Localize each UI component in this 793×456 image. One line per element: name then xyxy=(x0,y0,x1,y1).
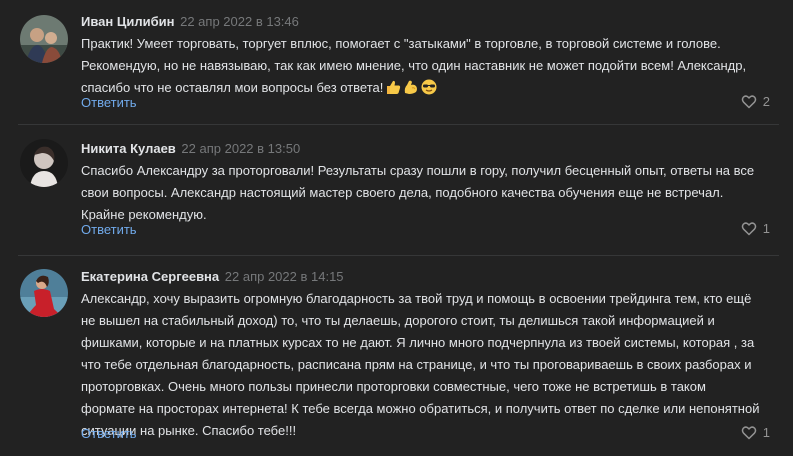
comment-date[interactable]: 22 апр 2022 в 14:15 xyxy=(225,269,344,284)
like-count: 2 xyxy=(762,94,770,109)
comment: Екатерина Сергеевна 22 апр 2022 в 14:15 … xyxy=(0,256,793,456)
comment-text-line: не вышел на стабильный доход) то, что ты… xyxy=(81,313,715,328)
comment: Иван Цилибин 22 апр 2022 в 13:46 Практик… xyxy=(0,0,793,124)
author-name[interactable]: Никита Кулаев xyxy=(81,141,176,156)
comment-text-line: Александр, хочу выразить огромную благод… xyxy=(81,291,752,306)
reply-button[interactable]: Ответить xyxy=(81,222,137,237)
author-name[interactable]: Иван Цилибин xyxy=(81,14,174,29)
comment: Никита Кулаев 22 апр 2022 в 13:50 Спасиб… xyxy=(0,125,793,255)
reply-button[interactable]: Ответить xyxy=(81,426,137,441)
comment-text: Спасибо Александру за проторговали! Резу… xyxy=(81,160,781,226)
comment-text-line: Практик! Умеет торговать, торгует вплюс,… xyxy=(81,36,721,51)
like-button[interactable]: 1 xyxy=(741,425,770,440)
avatar[interactable] xyxy=(20,269,68,317)
comment-text-line: Рекомендую, но не навязываю, так как име… xyxy=(81,58,747,73)
comment-text-line: проторговках. Очень много пользы принесл… xyxy=(81,379,706,394)
comment-text-line: фишками, которые и на платных курсах то … xyxy=(81,335,755,350)
like-count: 1 xyxy=(762,425,770,440)
comment-text-line: спасибо что не оставлял мои вопросы без … xyxy=(81,77,781,99)
thumbs-up-emoji xyxy=(387,80,401,94)
avatar[interactable] xyxy=(20,15,68,63)
flexed-biceps-emoji xyxy=(405,80,418,94)
comment-meta: Екатерина Сергеевна 22 апр 2022 в 14:15 xyxy=(81,269,344,285)
heart-outline-icon xyxy=(741,95,757,109)
comment-text-line: ситуации на рынке. Спасибо тебе!!! xyxy=(81,423,297,438)
heart-outline-icon xyxy=(741,426,757,440)
author-name[interactable]: Екатерина Сергеевна xyxy=(81,269,219,284)
comment-date[interactable]: 22 апр 2022 в 13:50 xyxy=(181,141,300,156)
like-count: 1 xyxy=(762,221,770,236)
avatar[interactable] xyxy=(20,139,68,187)
like-button[interactable]: 1 xyxy=(741,221,770,236)
comment-date[interactable]: 22 апр 2022 в 13:46 xyxy=(180,14,299,29)
reply-button[interactable]: Ответить xyxy=(81,95,137,110)
comment-meta: Никита Кулаев 22 апр 2022 в 13:50 xyxy=(81,141,300,157)
comment-meta: Иван Цилибин 22 апр 2022 в 13:46 xyxy=(81,14,299,30)
comment-text-line: что тебе отдельная благодарность, распис… xyxy=(81,357,752,372)
comment-text: Практик! Умеет торговать, торгует вплюс,… xyxy=(81,33,781,99)
heart-outline-icon xyxy=(741,222,757,236)
comment-text-line: свои вопросы. Александр настоящий мастер… xyxy=(81,185,724,200)
comment-text-line: Крайне рекомендую. xyxy=(81,207,207,222)
comment-text-line: формате на просторах интернета! К тебе в… xyxy=(81,401,760,416)
like-button[interactable]: 2 xyxy=(741,94,770,109)
comment-text: Александр, хочу выразить огромную благод… xyxy=(81,288,781,442)
sunglasses-emoji xyxy=(421,79,437,95)
comment-text-line: Спасибо Александру за проторговали! Резу… xyxy=(81,163,755,178)
